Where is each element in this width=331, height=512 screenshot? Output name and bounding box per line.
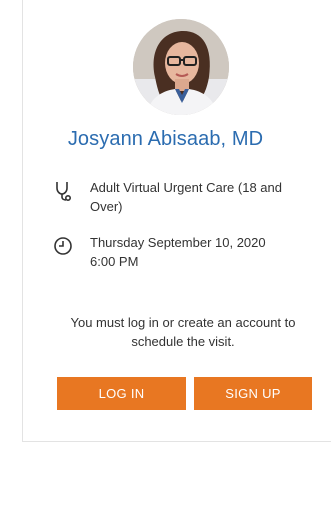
doctor-name: Josyann Abisaab, MD [67, 128, 264, 150]
visit-date: Thursday September 10, 2020 [90, 235, 266, 250]
doctor-portrait-icon [133, 19, 229, 115]
login-notice: You must log in or create an account to … [50, 313, 316, 351]
visit-type-row: Adult Virtual Urgent Care (18 and Over) [52, 178, 322, 216]
log-in-button[interactable]: LOG IN [57, 377, 186, 410]
login-notice-line2: schedule the visit. [131, 334, 235, 349]
page: Josyann Abisaab, MD Adult Virtual Urgent… [0, 0, 331, 512]
sign-up-button[interactable]: SIGN UP [194, 377, 312, 410]
visit-type-line1: Adult Virtual Urgent Care (18 and [90, 180, 282, 195]
visit-type-line2: Over) [90, 199, 123, 214]
visit-time: 6:00 PM [90, 254, 139, 269]
clock-icon [52, 235, 74, 257]
doctor-avatar [133, 19, 229, 115]
visit-time-row: Thursday September 10, 2020 6:00 PM [52, 233, 322, 271]
visit-type-text: Adult Virtual Urgent Care (18 and Over) [90, 178, 282, 216]
login-notice-line1: You must log in or create an account to [70, 315, 296, 330]
visit-time-text: Thursday September 10, 2020 6:00 PM [90, 233, 266, 271]
stethoscope-icon [52, 180, 74, 202]
